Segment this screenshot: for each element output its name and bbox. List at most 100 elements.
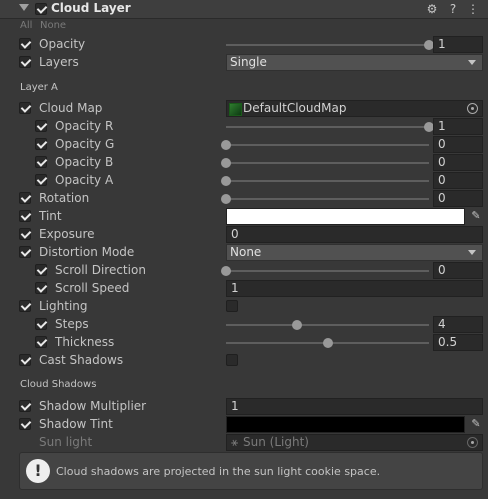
- opacity-a-input[interactable]: 0: [433, 172, 483, 189]
- object-picker-icon: [467, 437, 478, 448]
- cloud-map-value: DefaultCloudMap: [243, 101, 347, 115]
- sun-light-value: Sun (Light): [243, 435, 309, 449]
- exposure-override-checkbox[interactable]: [19, 228, 31, 240]
- opacity-r-override-checkbox[interactable]: [35, 120, 47, 132]
- opacity-r-input[interactable]: 1: [433, 118, 483, 135]
- steps-row: Steps 4: [0, 316, 488, 334]
- layers-label: Layers: [39, 55, 79, 69]
- shadow-multiplier-row: Shadow Multiplier 1: [0, 398, 488, 416]
- shadow-tint-override-checkbox[interactable]: [19, 418, 31, 430]
- shadow-tint-color-field[interactable]: [226, 416, 465, 433]
- shadow-multiplier-label: Shadow Multiplier: [39, 399, 147, 413]
- layers-dropdown[interactable]: Single: [226, 54, 483, 71]
- opacity-b-row: Opacity B 0: [0, 154, 488, 172]
- slider-knob[interactable]: [292, 320, 303, 330]
- settings-icon[interactable]: ⚙: [425, 2, 439, 16]
- rotation-row: Rotation 0: [0, 190, 488, 208]
- distortion-mode-dropdown[interactable]: None: [226, 244, 483, 261]
- thickness-input[interactable]: 0.5: [433, 334, 483, 351]
- lighting-label: Lighting: [39, 299, 88, 313]
- steps-input[interactable]: 4: [433, 316, 483, 333]
- steps-slider[interactable]: [226, 316, 429, 334]
- opacity-input[interactable]: 1: [433, 36, 483, 53]
- help-icon[interactable]: ?: [446, 2, 460, 16]
- cloud-map-object-field[interactable]: DefaultCloudMap: [226, 100, 483, 117]
- exposure-row: Exposure 0: [0, 226, 488, 244]
- steps-label: Steps: [55, 317, 89, 331]
- scroll-direction-label: Scroll Direction: [55, 263, 146, 277]
- rotation-slider[interactable]: [221, 190, 429, 208]
- opacity-row: Opacity 1: [0, 36, 488, 54]
- opacity-slider[interactable]: [226, 36, 434, 54]
- light-icon: ⚹: [231, 435, 239, 449]
- thickness-slider[interactable]: [226, 334, 429, 352]
- opacity-g-input[interactable]: 0: [433, 136, 483, 153]
- help-message: Cloud shadows are projected in the sun l…: [56, 465, 381, 478]
- cast-shadows-toggle[interactable]: [226, 354, 238, 366]
- rotation-input[interactable]: 0: [433, 190, 483, 207]
- scroll-speed-override-checkbox[interactable]: [35, 282, 47, 294]
- scroll-speed-row: Scroll Speed 1: [0, 280, 488, 298]
- slider-knob[interactable]: [221, 140, 231, 150]
- opacity-b-override-checkbox[interactable]: [35, 156, 47, 168]
- foldout-arrow-icon[interactable]: [19, 4, 29, 11]
- thickness-row: Thickness 0.5: [0, 334, 488, 352]
- opacity-g-slider[interactable]: [221, 136, 429, 154]
- opacity-b-slider[interactable]: [221, 154, 429, 172]
- component-enabled-checkbox[interactable]: [35, 3, 47, 15]
- distortion-mode-override-checkbox[interactable]: [19, 246, 31, 258]
- chevron-down-icon: [468, 60, 476, 65]
- rotation-label: Rotation: [39, 191, 90, 205]
- more-icon[interactable]: ⋮: [466, 2, 480, 16]
- slider-knob[interactable]: [322, 338, 333, 348]
- select-all-link[interactable]: All: [20, 20, 32, 31]
- opacity-r-slider[interactable]: [226, 118, 434, 136]
- opacity-a-override-checkbox[interactable]: [35, 174, 47, 186]
- lighting-override-checkbox[interactable]: [19, 300, 31, 312]
- lighting-toggle[interactable]: [226, 300, 238, 312]
- shadow-multiplier-override-checkbox[interactable]: [19, 400, 31, 412]
- opacity-override-checkbox[interactable]: [19, 38, 31, 50]
- select-none-link[interactable]: None: [40, 20, 66, 31]
- thickness-override-checkbox[interactable]: [35, 336, 47, 348]
- shadow-tint-row: Shadow Tint ✎: [0, 416, 488, 434]
- component-header[interactable]: Cloud Layer ⚙ ? ⋮: [0, 0, 488, 19]
- opacity-r-row: Opacity R 1: [0, 118, 488, 136]
- cloud-map-label: Cloud Map: [39, 101, 103, 115]
- layers-override-checkbox[interactable]: [19, 56, 31, 68]
- cast-shadows-label: Cast Shadows: [39, 353, 124, 367]
- slider-knob[interactable]: [221, 176, 231, 186]
- opacity-r-label: Opacity R: [55, 119, 114, 133]
- tint-override-checkbox[interactable]: [19, 210, 31, 222]
- cast-shadows-row: Cast Shadows: [0, 352, 488, 370]
- eyedropper-icon[interactable]: ✎: [469, 417, 483, 431]
- scroll-direction-override-checkbox[interactable]: [35, 264, 47, 276]
- thickness-label: Thickness: [55, 335, 115, 349]
- sun-light-row: Sun light ⚹ Sun (Light): [0, 434, 488, 452]
- info-help-box: ! Cloud shadows are projected in the sun…: [19, 452, 483, 490]
- cast-shadows-override-checkbox[interactable]: [19, 354, 31, 366]
- scroll-direction-row: Scroll Direction 0: [0, 262, 488, 280]
- scroll-direction-slider[interactable]: [221, 262, 429, 280]
- distortion-mode-label: Distortion Mode: [39, 245, 135, 259]
- steps-override-checkbox[interactable]: [35, 318, 47, 330]
- opacity-g-override-checkbox[interactable]: [35, 138, 47, 150]
- rotation-override-checkbox[interactable]: [19, 192, 31, 204]
- eyedropper-icon[interactable]: ✎: [469, 209, 483, 223]
- slider-knob[interactable]: [221, 194, 231, 204]
- cloud-map-override-checkbox[interactable]: [19, 102, 31, 114]
- slider-knob[interactable]: [221, 266, 231, 276]
- opacity-a-slider[interactable]: [221, 172, 429, 190]
- opacity-b-input[interactable]: 0: [433, 154, 483, 171]
- layers-dropdown-value: Single: [230, 55, 267, 69]
- slider-knob[interactable]: [221, 158, 231, 168]
- shadow-multiplier-input[interactable]: 1: [226, 398, 483, 415]
- tint-color-field[interactable]: [226, 208, 465, 225]
- opacity-a-row: Opacity A 0: [0, 172, 488, 190]
- object-picker-icon[interactable]: [467, 103, 478, 114]
- scroll-direction-input[interactable]: 0: [433, 262, 483, 279]
- exposure-input[interactable]: 0: [226, 226, 483, 243]
- layers-row: Layers Single: [0, 54, 488, 72]
- scroll-speed-input[interactable]: 1: [226, 280, 483, 297]
- distortion-mode-value: None: [230, 245, 262, 259]
